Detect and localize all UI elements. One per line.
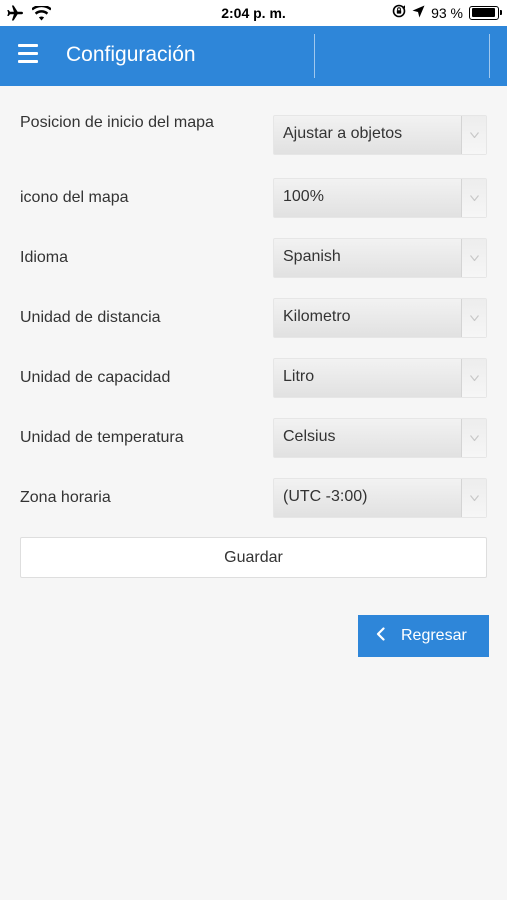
temperature-unit-select[interactable]: Celsius bbox=[273, 418, 487, 458]
capacity-unit-select[interactable]: Litro bbox=[273, 358, 487, 398]
back-button[interactable]: Regresar bbox=[358, 615, 489, 657]
chevron-down-icon bbox=[461, 116, 486, 154]
header-divider bbox=[314, 34, 315, 78]
setting-row-language: Idioma Spanish bbox=[20, 238, 487, 280]
setting-label: Unidad de distancia bbox=[20, 309, 161, 326]
distance-unit-select[interactable]: Kilometro bbox=[273, 298, 487, 338]
location-arrow-icon bbox=[412, 5, 425, 21]
setting-label: Unidad de temperatura bbox=[20, 429, 184, 446]
setting-label: Idioma bbox=[20, 249, 69, 266]
status-bar: 2:04 p. m. 93 % bbox=[0, 0, 507, 26]
hamburger-menu-icon[interactable] bbox=[18, 44, 42, 68]
battery-percent: 93 % bbox=[431, 4, 463, 21]
select-value: Celsius bbox=[283, 428, 336, 445]
select-value: Kilometro bbox=[283, 308, 351, 325]
battery-icon bbox=[469, 5, 502, 20]
setting-row-time-zone: Zona horaria (UTC -3:00) bbox=[20, 478, 487, 520]
chevron-down-icon bbox=[461, 179, 486, 217]
chevron-left-icon bbox=[376, 626, 385, 646]
select-value: (UTC -3:00) bbox=[283, 488, 368, 505]
chevron-down-icon bbox=[461, 359, 486, 397]
setting-label: Unidad de capacidad bbox=[20, 369, 171, 386]
map-start-position-select[interactable]: Ajustar a objetos bbox=[273, 115, 487, 155]
setting-row-map-start-position: Posicion de inicio del mapa Ajustar a ob… bbox=[20, 114, 487, 157]
select-value: Ajustar a objetos bbox=[283, 125, 403, 142]
setting-row-capacity-unit: Unidad de capacidad Litro bbox=[20, 358, 487, 400]
app-header: Configuración bbox=[0, 26, 507, 86]
select-value: Litro bbox=[283, 368, 315, 385]
setting-label: Zona horaria bbox=[20, 489, 111, 506]
chevron-down-icon bbox=[461, 239, 486, 277]
language-select[interactable]: Spanish bbox=[273, 238, 487, 278]
page-title: Configuración bbox=[66, 43, 196, 66]
battery-fill bbox=[471, 8, 495, 17]
orientation-lock-icon bbox=[392, 4, 406, 21]
setting-row-map-icon: icono del mapa 100% bbox=[20, 178, 487, 220]
header-divider bbox=[489, 34, 490, 78]
save-button[interactable]: Guardar bbox=[20, 537, 487, 578]
setting-row-distance-unit: Unidad de distancia Kilometro bbox=[20, 298, 487, 340]
setting-row-temperature-unit: Unidad de temperatura Celsius bbox=[20, 418, 487, 460]
select-value: Spanish bbox=[283, 248, 341, 265]
setting-label: icono del mapa bbox=[20, 189, 129, 206]
time-zone-select[interactable]: (UTC -3:00) bbox=[273, 478, 487, 518]
setting-label: Posicion de inicio del mapa bbox=[20, 114, 214, 131]
chevron-down-icon bbox=[461, 419, 486, 457]
map-icon-size-select[interactable]: 100% bbox=[273, 178, 487, 218]
back-button-label: Regresar bbox=[401, 627, 467, 644]
select-value: 100% bbox=[283, 188, 324, 205]
chevron-down-icon bbox=[461, 479, 486, 517]
chevron-down-icon bbox=[461, 299, 486, 337]
